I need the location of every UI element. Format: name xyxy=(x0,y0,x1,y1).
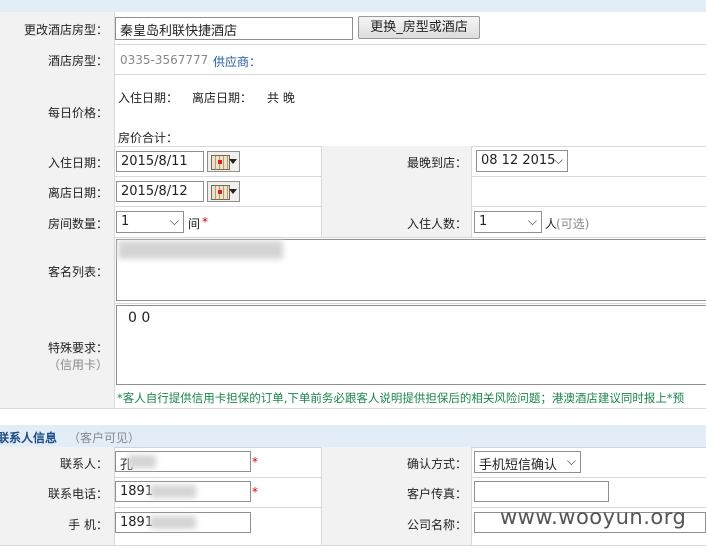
contact-section-title: 联系人信息 xyxy=(0,431,58,445)
guests-value: 1 xyxy=(479,214,488,229)
hotel-room-label: 酒店房型： xyxy=(47,54,108,68)
change-room-or-hotel-button[interactable]: 更换_房型或酒店 xyxy=(358,16,480,39)
redacted-contact-name xyxy=(128,455,156,468)
hotel-name-input[interactable]: 秦皇岛利联快捷酒店 xyxy=(115,17,353,40)
rooms-select[interactable]: 1 ⌵ xyxy=(116,211,184,233)
mobile-label: 手 机： xyxy=(68,518,108,532)
confirm-method-select[interactable]: 手机短信确认 ⌵ xyxy=(474,451,581,473)
price-checkout-label: 离店日期： xyxy=(192,91,253,105)
required-mark: * xyxy=(252,485,258,499)
chevron-down-icon: ⌵ xyxy=(169,214,179,228)
total-nights: 共 晚 xyxy=(267,91,295,105)
rooms-value: 1 xyxy=(121,214,130,229)
hotel-change-label: 更改酒店房型： xyxy=(23,23,108,37)
calendar-icon[interactable] xyxy=(207,151,240,172)
guests-select[interactable]: 1 ⌵ xyxy=(474,211,542,233)
daily-price-label: 每日价格： xyxy=(47,106,108,120)
chevron-down-icon: ⌵ xyxy=(527,214,537,228)
required-mark: * xyxy=(252,455,258,469)
top-strip xyxy=(0,0,706,12)
rooms-unit: 间 xyxy=(188,217,201,231)
company-name-label: 公司名称： xyxy=(406,518,467,532)
special-sublabel: （信用卡） xyxy=(47,358,108,372)
redacted-mobile xyxy=(150,516,196,529)
calendar-icon[interactable] xyxy=(207,181,240,202)
checkout-date-input[interactable]: 2015/8/12 xyxy=(116,181,204,202)
hotel-phone: 0335-3567777 xyxy=(120,53,209,67)
confirm-method-label: 确认方式： xyxy=(406,457,467,471)
guests-label: 入住人数： xyxy=(406,217,467,231)
total-price-label: 房价合计： xyxy=(118,131,179,145)
confirm-method-value: 手机短信确认 xyxy=(479,458,558,473)
special-requests-textarea[interactable] xyxy=(116,305,706,385)
special-requests-value: 0 0 xyxy=(128,310,151,326)
customer-fax-input[interactable] xyxy=(474,481,609,502)
latest-arrival-label: 最晚到店： xyxy=(406,156,467,170)
label-cell-2 xyxy=(321,176,472,206)
guarantee-notice: *客人自行提供信用卡担保的订单,下单前务必跟客人说明提供担保后的相关风险问题；港… xyxy=(117,391,685,405)
latest-arrival-value: 08 12 2015 xyxy=(481,153,556,168)
price-checkin-label: 入住日期： xyxy=(118,91,179,105)
checkin-date-input[interactable]: 2015/8/11 xyxy=(116,151,204,172)
special-label: 特殊要求： xyxy=(47,341,108,355)
latest-arrival-select[interactable]: 08 12 2015 ⌵ xyxy=(476,150,568,172)
contact-section-note: （客户可见） xyxy=(68,431,141,445)
supplier-label: 供应商： xyxy=(213,55,262,69)
chevron-down-icon: ⌵ xyxy=(566,454,576,468)
guests-optional: (可选) xyxy=(556,217,590,231)
checkin-label: 入住日期： xyxy=(47,156,108,170)
redacted-phone xyxy=(150,485,196,498)
watermark: www.wooyun.org xyxy=(500,505,687,529)
checkout-label: 离店日期： xyxy=(47,186,108,200)
contact-label: 联系人： xyxy=(59,457,108,471)
guest-list-label: 客名列表： xyxy=(47,265,108,279)
chevron-down-icon: ⌵ xyxy=(553,153,563,167)
required-mark: * xyxy=(202,215,208,229)
redacted-guest-names xyxy=(118,241,283,259)
customer-fax-label: 客户传真： xyxy=(406,487,467,501)
contact-phone-label: 联系电话： xyxy=(47,487,108,501)
rooms-label: 房间数量： xyxy=(47,217,108,231)
